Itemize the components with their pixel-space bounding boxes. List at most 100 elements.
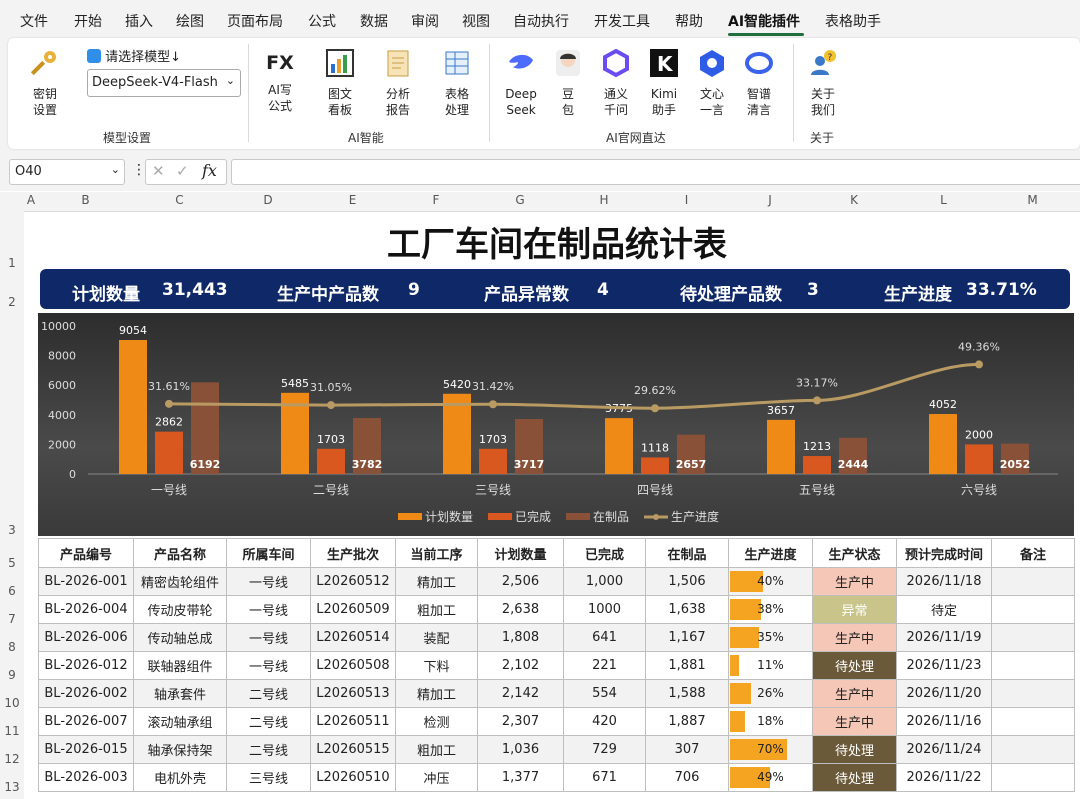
row-header[interactable]: 1 <box>0 256 24 270</box>
doubao-button[interactable]: 豆 包 <box>553 48 583 118</box>
table-cell[interactable]: 554 <box>563 679 646 708</box>
table-cell[interactable]: 联轴器组件 <box>133 651 227 680</box>
col-header[interactable]: D <box>226 193 310 210</box>
table-cell[interactable]: 70% <box>728 735 813 764</box>
status-badge[interactable]: 待处理 <box>812 763 897 792</box>
status-badge[interactable]: 生产中 <box>812 623 897 652</box>
table-cell[interactable]: 装配 <box>395 623 478 652</box>
column-header[interactable]: 在制品 <box>645 538 729 568</box>
table-cell[interactable] <box>991 707 1075 736</box>
column-header[interactable]: 所属车间 <box>226 538 311 568</box>
table-cell[interactable]: 精加工 <box>395 679 478 708</box>
col-header[interactable]: A <box>24 193 38 210</box>
confirm-icon[interactable]: ✓ <box>176 162 189 180</box>
table-cell[interactable]: L20260511 <box>310 707 396 736</box>
table-cell[interactable]: 38% <box>728 595 813 624</box>
table-cell[interactable]: 706 <box>645 763 729 792</box>
menu-page-layout[interactable]: 页面布局 <box>227 11 283 31</box>
col-header[interactable]: J <box>728 193 812 210</box>
cancel-icon[interactable]: ✕ <box>152 162 165 180</box>
column-header[interactable]: 生产进度 <box>728 538 813 568</box>
table-cell[interactable]: 1,881 <box>645 651 729 680</box>
table-cell[interactable]: 一号线 <box>226 651 311 680</box>
table-cell[interactable]: 221 <box>563 651 646 680</box>
more-options-icon[interactable]: ⋮ <box>132 162 146 178</box>
row-header[interactable]: 7 <box>0 612 24 626</box>
col-header[interactable]: I <box>645 193 728 210</box>
table-cell[interactable]: 精密齿轮组件 <box>133 567 227 596</box>
table-cell[interactable]: 冲压 <box>395 763 478 792</box>
table-cell[interactable]: 电机外壳 <box>133 763 227 792</box>
table-cell[interactable] <box>991 735 1075 764</box>
tongyi-button[interactable]: 通义 千问 <box>598 48 634 118</box>
table-cell[interactable]: L20260515 <box>310 735 396 764</box>
table-cell[interactable]: 49% <box>728 763 813 792</box>
table-cell[interactable]: 40% <box>728 567 813 596</box>
table-cell[interactable]: 2026/11/18 <box>896 567 992 596</box>
table-cell[interactable]: 轴承套件 <box>133 679 227 708</box>
status-badge[interactable]: 生产中 <box>812 679 897 708</box>
table-cell[interactable]: 1,638 <box>645 595 729 624</box>
table-cell[interactable]: 1,887 <box>645 707 729 736</box>
table-cell[interactable]: 671 <box>563 763 646 792</box>
col-header[interactable]: F <box>395 193 477 210</box>
row-header[interactable]: 12 <box>0 752 24 766</box>
table-cell[interactable]: 一号线 <box>226 595 311 624</box>
wenxin-button[interactable]: 文心 一言 <box>694 48 730 118</box>
column-header[interactable]: 备注 <box>991 538 1075 568</box>
table-cell[interactable]: BL-2026-007 <box>38 707 134 736</box>
row-header[interactable]: 13 <box>0 780 24 794</box>
col-header[interactable]: E <box>310 193 395 210</box>
column-header[interactable]: 产品名称 <box>133 538 227 568</box>
zhipu-button[interactable]: 智谱 清言 <box>741 48 777 118</box>
table-cell[interactable]: 轴承保持架 <box>133 735 227 764</box>
menu-view[interactable]: 视图 <box>462 11 490 31</box>
column-header[interactable]: 生产批次 <box>310 538 396 568</box>
name-box[interactable]: O40 ⌄ <box>9 159 125 185</box>
table-cell[interactable]: 二号线 <box>226 735 311 764</box>
menu-automate[interactable]: 自动执行 <box>513 11 569 31</box>
kimi-button[interactable]: K Kimi 助手 <box>646 48 682 118</box>
table-cell[interactable]: 传动皮带轮 <box>133 595 227 624</box>
menu-formulas[interactable]: 公式 <box>308 11 336 31</box>
table-cell[interactable]: BL-2026-001 <box>38 567 134 596</box>
menu-review[interactable]: 审阅 <box>411 11 439 31</box>
table-cell[interactable]: 二号线 <box>226 707 311 736</box>
table-cell[interactable]: L20260510 <box>310 763 396 792</box>
table-cell[interactable]: 1,588 <box>645 679 729 708</box>
row-header[interactable]: 10 <box>0 696 24 710</box>
menu-ai-plugin[interactable]: AI智能插件 <box>728 11 800 31</box>
table-cell[interactable]: 三号线 <box>226 763 311 792</box>
table-cell[interactable]: L20260514 <box>310 623 396 652</box>
table-cell[interactable]: 2,102 <box>477 651 564 680</box>
table-cell[interactable]: L20260509 <box>310 595 396 624</box>
table-cell[interactable]: 2026/11/19 <box>896 623 992 652</box>
table-cell[interactable]: 一号线 <box>226 623 311 652</box>
table-cell[interactable]: BL-2026-006 <box>38 623 134 652</box>
table-cell[interactable]: BL-2026-015 <box>38 735 134 764</box>
column-header[interactable]: 当前工序 <box>395 538 478 568</box>
table-cell[interactable]: 一号线 <box>226 567 311 596</box>
table-cell[interactable]: BL-2026-003 <box>38 763 134 792</box>
formula-input[interactable] <box>231 159 1080 185</box>
table-cell[interactable]: 1,000 <box>563 567 646 596</box>
table-cell[interactable]: 18% <box>728 707 813 736</box>
status-badge[interactable]: 待处理 <box>812 651 897 680</box>
status-badge[interactable]: 生产中 <box>812 707 897 736</box>
ai-formula-button[interactable]: FX AI写 公式 <box>262 48 298 114</box>
table-cell[interactable]: 307 <box>645 735 729 764</box>
menu-home[interactable]: 开始 <box>74 11 102 31</box>
table-cell[interactable]: 2026/11/24 <box>896 735 992 764</box>
table-cell[interactable]: 729 <box>563 735 646 764</box>
status-badge[interactable]: 生产中 <box>812 567 897 596</box>
insert-function-icon[interactable]: fx <box>202 161 217 180</box>
table-cell[interactable]: 11% <box>728 651 813 680</box>
menu-help[interactable]: 帮助 <box>675 11 703 31</box>
table-cell[interactable]: 下料 <box>395 651 478 680</box>
menu-draw[interactable]: 绘图 <box>176 11 204 31</box>
table-cell[interactable]: 检测 <box>395 707 478 736</box>
table-cell[interactable]: L20260508 <box>310 651 396 680</box>
table-cell[interactable] <box>991 567 1075 596</box>
status-badge[interactable]: 异常 <box>812 595 897 624</box>
about-us-button[interactable]: ? 关于 我们 <box>805 48 841 118</box>
